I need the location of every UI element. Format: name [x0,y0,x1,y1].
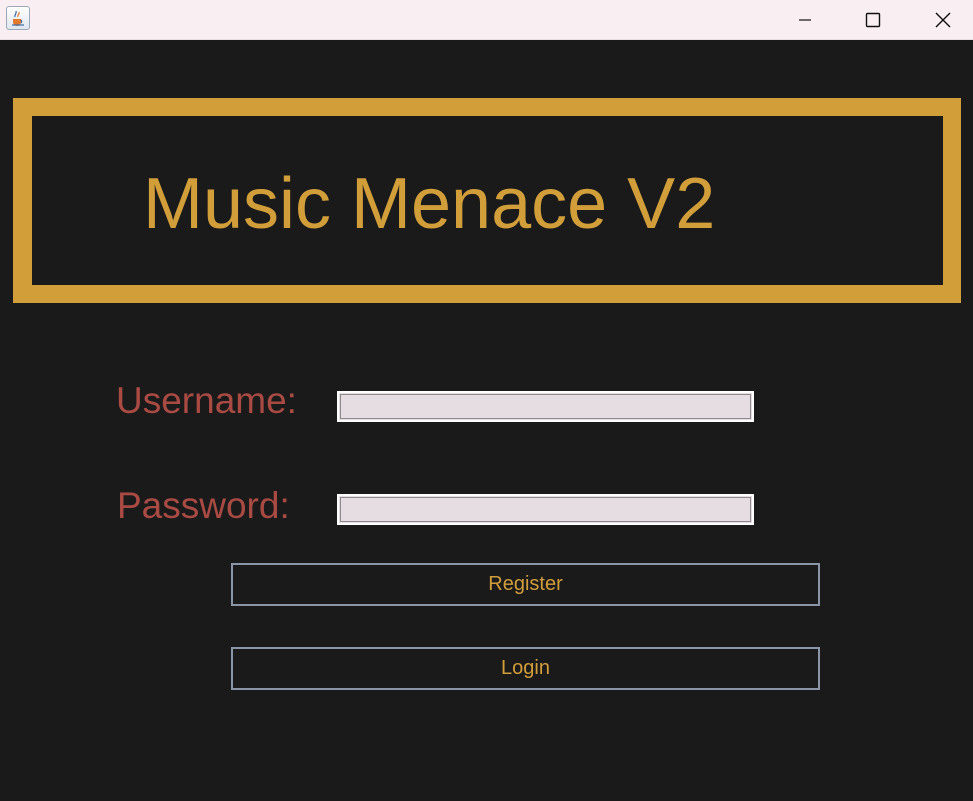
java-cup-icon[interactable] [6,6,30,30]
minimize-button[interactable] [770,0,840,40]
password-label: Password: [117,485,290,526]
username-label: Username: [116,380,297,421]
password-input[interactable] [337,494,754,525]
login-window: Music Menace V2 Username: Password: Regi… [0,0,973,801]
close-icon [935,12,951,28]
maximize-icon [865,12,881,28]
register-button[interactable]: Register [231,563,820,606]
maximize-button[interactable] [838,0,908,40]
title-bar[interactable] [0,0,973,40]
close-button[interactable] [908,0,973,40]
app-title: Music Menace V2 [143,164,716,244]
username-input[interactable] [337,391,754,422]
minimize-icon [799,19,811,21]
login-button[interactable]: Login [231,647,820,690]
